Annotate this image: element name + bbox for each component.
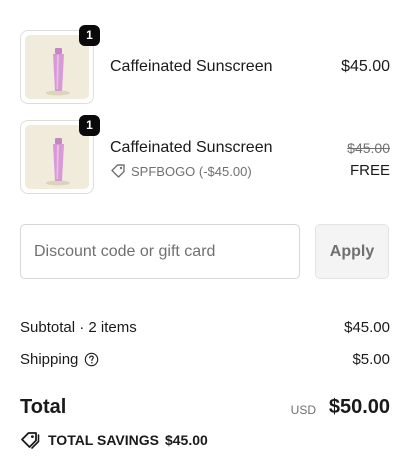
shipping-label: Shipping [20, 351, 79, 368]
savings-tag-icon [21, 432, 40, 449]
product-price: FREE [349, 162, 390, 179]
subtotal-label: Subtotal · 2 items [20, 319, 137, 336]
total-row: Total USD $50.00 [20, 396, 390, 424]
savings-amount: $45.00 [164, 432, 208, 448]
apply-button[interactable]: Apply [315, 224, 389, 279]
product-thumbnail: 1 [20, 25, 100, 104]
total-label: Total [20, 396, 67, 418]
savings-label: TOTAL SAVINGS [48, 432, 159, 448]
product-name: Caffeinated Sunscreen [110, 58, 273, 75]
total-amount: $50.00 [328, 396, 390, 418]
product-name: Caffeinated Sunscreen [110, 139, 273, 156]
product-thumbnail: 1 [20, 115, 100, 194]
total-savings: TOTAL SAVINGS $45.00 [20, 431, 208, 449]
compare-at-price: $45.00 [347, 140, 390, 156]
product-price: $45.00 [341, 58, 390, 75]
tag-icon [111, 164, 125, 178]
applied-discount: SPFBOGO (-$45.00) [110, 163, 252, 179]
discount-code-label: SPFBOGO (-$45.00) [131, 163, 252, 179]
subtotal-value: $45.00 [344, 319, 390, 336]
line-item: 1 Caffeinated Sunscreen SPFBOGO (-$45.00… [20, 115, 390, 194]
line-item: 1 Caffeinated Sunscreen $45.00 [20, 25, 390, 104]
shipping-value: $5.00 [352, 351, 390, 368]
quantity-badge: 1 [79, 115, 100, 136]
quantity-badge: 1 [79, 25, 100, 46]
help-icon[interactable] [84, 352, 99, 367]
currency-code: USD [290, 403, 316, 417]
discount-code-input[interactable] [20, 224, 300, 279]
